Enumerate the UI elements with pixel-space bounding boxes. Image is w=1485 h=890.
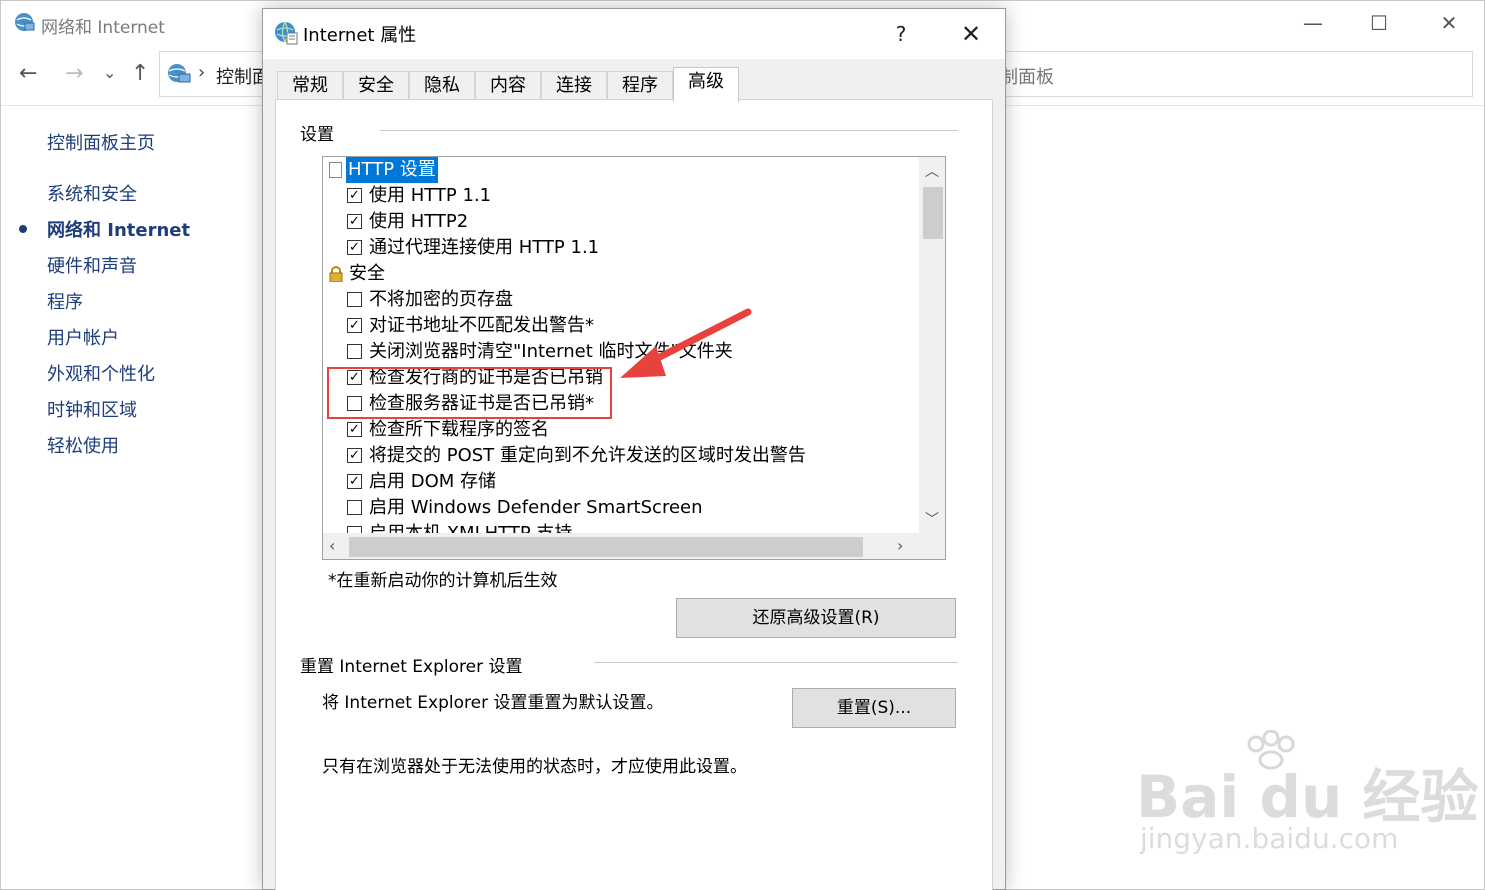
reset-warning: 只有在浏览器处于无法使用的状态时，才应使用此设置。 [322, 757, 747, 777]
vertical-scrollbar[interactable]: ︿ ﹀ [919, 157, 945, 533]
scroll-down-chevron-icon[interactable]: ﹀ [919, 509, 945, 531]
control-panel-title: 网络和 Internet [41, 18, 165, 38]
annotation-arrow-icon [620, 308, 752, 378]
reset-group-line [594, 662, 958, 663]
scroll-right-chevron-icon[interactable]: › [897, 536, 903, 555]
sidebar-item-hardware-sound[interactable]: 硬件和声音 [47, 252, 137, 278]
internet-properties-dialog: Internet 属性 ? ✕ 常规 安全 隐私 内容 连接 程序 高级 设置 … [262, 8, 1006, 890]
checkbox-checked[interactable]: ✓ [347, 422, 362, 437]
horizontal-scrollbar[interactable]: ‹ › [323, 533, 945, 559]
setting-label: 使用 HTTP2 [369, 211, 469, 232]
search-box-placeholder[interactable]: 制面板 [1000, 63, 1054, 89]
forward-arrow-icon[interactable]: → [65, 61, 83, 86]
recent-dropdown-icon[interactable]: ⌄ [103, 63, 116, 82]
setting-label: 启用 DOM 存储 [369, 471, 497, 492]
scroll-left-chevron-icon[interactable]: ‹ [329, 536, 335, 555]
tab-strip: 常规 安全 隐私 内容 连接 程序 高级 [277, 67, 997, 102]
checkbox-unchecked[interactable] [347, 292, 362, 307]
minimize-button[interactable]: — [1293, 9, 1333, 37]
checkbox-checked[interactable]: ✓ [347, 474, 362, 489]
close-window-button[interactable]: ✕ [1429, 9, 1469, 37]
sidebar-item-appearance[interactable]: 外观和个性化 [47, 360, 155, 386]
maximize-button[interactable]: ☐ [1359, 9, 1399, 37]
sidebar-item-user-accounts[interactable]: 用户帐户 [47, 324, 119, 350]
tab-connections[interactable]: 连接 [541, 71, 607, 101]
checkbox-checked[interactable]: ✓ [347, 318, 362, 333]
internet-options-icon [275, 21, 298, 45]
checkbox-checked[interactable]: ✓ [347, 240, 362, 255]
horizontal-scroll-thumb[interactable] [349, 537, 863, 557]
tab-advanced[interactable]: 高级 [673, 67, 739, 102]
lock-icon [329, 266, 343, 282]
reset-description: 将 Internet Explorer 设置重置为默认设置。 [322, 693, 664, 713]
dialog-title: Internet 属性 [303, 25, 417, 46]
restore-advanced-settings-button[interactable]: 还原高级设置(R) [676, 598, 956, 638]
setting-label: 检查所下载程序的签名 [369, 419, 549, 440]
tab-privacy[interactable]: 隐私 [409, 71, 475, 101]
sidebar-item-programs[interactable]: 程序 [47, 288, 83, 314]
setting-label: 使用 HTTP 1.1 [369, 185, 492, 206]
sidebar-item-control-panel-home[interactable]: 控制面板主页 [47, 129, 155, 155]
reset-group-label: 重置 Internet Explorer 设置 [300, 652, 523, 677]
setting-label: 通过代理连接使用 HTTP 1.1 [369, 237, 600, 258]
vertical-scroll-thumb[interactable] [923, 187, 943, 239]
dialog-close-button[interactable]: ✕ [951, 17, 991, 51]
baidu-watermark: Bai du 经验 jingyan.baidu.com [1136, 730, 1478, 860]
sidebar-item-clock-region[interactable]: 时钟和区域 [47, 396, 137, 422]
watermark-url: jingyan.baidu.com [1140, 822, 1399, 855]
checkbox-checked[interactable]: ✓ [347, 214, 362, 229]
setting-label: 不将加密的页存盘 [369, 289, 513, 310]
advanced-tab-panel: 设置 HTTP 设置 ✓ 使用 HTTP 1.1 ✓ 使用 HTTP2 ✓ 通过… [275, 99, 993, 890]
network-globe-icon [15, 13, 35, 31]
tab-general[interactable]: 常规 [277, 71, 343, 101]
checkbox-checked[interactable]: ✓ [347, 188, 362, 203]
tab-programs[interactable]: 程序 [607, 71, 673, 101]
scroll-up-chevron-icon[interactable]: ︿ [919, 161, 945, 183]
settings-group-label: 设置 [300, 120, 334, 145]
sidebar-item-system-security[interactable]: 系统和安全 [47, 180, 137, 206]
checkbox-unchecked[interactable] [347, 344, 362, 359]
setting-label: 对证书地址不匹配发出警告* [369, 315, 594, 336]
restart-note: *在重新启动你的计算机后生效 [328, 571, 558, 591]
tab-content[interactable]: 内容 [475, 71, 541, 101]
checkbox-checked[interactable]: ✓ [347, 448, 362, 463]
tab-security[interactable]: 安全 [343, 71, 409, 101]
back-arrow-icon[interactable]: ← [19, 61, 37, 86]
setting-label: 将提交的 POST 重定向到不允许发送的区域时发出警告 [369, 445, 806, 466]
help-button[interactable]: ? [883, 19, 919, 49]
sidebar-item-network-internet[interactable]: 网络和 Internet [47, 216, 190, 242]
reset-button[interactable]: 重置(S)... [792, 688, 956, 728]
control-panel-icon [168, 64, 191, 83]
checkbox-unchecked[interactable] [347, 500, 362, 515]
up-arrow-icon[interactable]: ↑ [131, 61, 149, 86]
breadcrumb-chevron-icon: › [198, 62, 206, 83]
settings-group-line [380, 130, 958, 131]
setting-label: 启用 Windows Defender SmartScreen [369, 497, 703, 518]
document-icon [329, 162, 342, 178]
dialog-titlebar: Internet 属性 ? ✕ [263, 9, 1005, 59]
active-item-bullet [19, 225, 27, 233]
tree-category-label: HTTP 设置 [346, 157, 438, 183]
annotation-highlight-box [327, 367, 612, 419]
tree-category-label: 安全 [349, 263, 385, 284]
sidebar-item-ease-of-access[interactable]: 轻松使用 [47, 432, 119, 458]
